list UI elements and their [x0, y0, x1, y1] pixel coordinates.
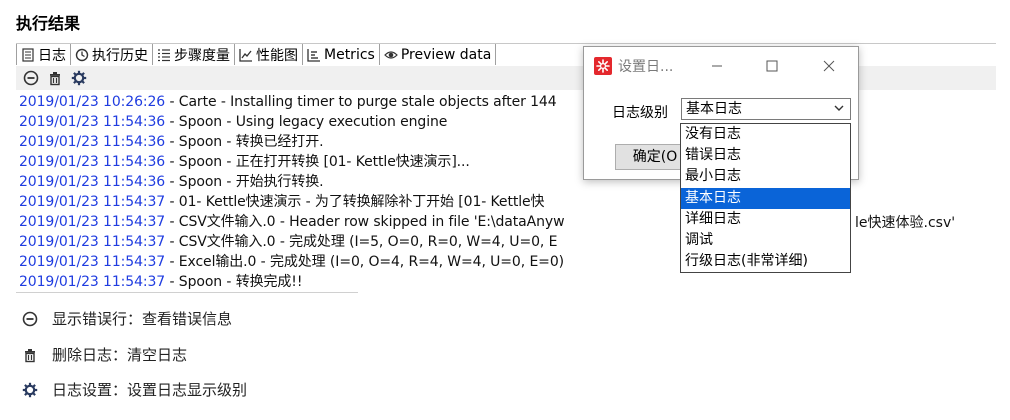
eye-icon [383, 48, 398, 62]
tab-log[interactable]: 日志 [16, 44, 71, 65]
trash-icon [20, 345, 40, 365]
log-overflow-text: le快速体验.csv' [855, 215, 956, 231]
log-message: - Spoon - Using legacy execution engine [165, 114, 448, 130]
log-divider [16, 292, 358, 293]
tab-label: 日志 [38, 47, 66, 64]
select-value: 基本日志 [686, 101, 742, 117]
tab-preview-data[interactable]: Preview data [379, 44, 497, 65]
log-message: - Spoon - 正在打开转换 [01- Kettle快速演示]... [165, 154, 470, 170]
log-message: - Excel输出.0 - 完成处理 (I=0, O=4, R=4, W=4, … [165, 254, 564, 270]
minus-circle-icon [23, 70, 39, 86]
tab-step-metrics[interactable]: 步骤度量 [153, 44, 235, 65]
dropdown-option[interactable]: 行级日志(非常详细) [681, 251, 850, 272]
tab-metrics[interactable]: Metrics [303, 44, 380, 65]
log-timestamp: 2019/01/23 11:54:37 [19, 234, 166, 250]
tab-label: 步骤度量 [174, 47, 230, 64]
tab-label: Metrics [324, 46, 375, 63]
maximize-button[interactable] [761, 55, 783, 77]
chevron-down-icon [834, 101, 844, 121]
legend-item-show-errors: 显示错误行：查看错误信息 [20, 308, 232, 329]
log-message: - Carte - Installing timer to purge stal… [165, 94, 557, 110]
log-settings-button[interactable] [70, 69, 88, 87]
tab-label: Preview data [400, 46, 492, 63]
legend-item-delete-log: 删除日志：清空日志 [20, 344, 187, 365]
trash-icon [50, 72, 60, 86]
log-level-select[interactable]: 基本日志 [681, 98, 851, 120]
legend-text: 日志设置：设置日志显示级别 [52, 381, 248, 399]
log-timestamp: 2019/01/23 11:54:37 [19, 254, 166, 270]
legend-text: 显示错误行：查看错误信息 [52, 310, 233, 328]
log-message: - Spoon - 开始执行转换. [165, 174, 324, 190]
panel-title: 执行结果 [16, 14, 81, 33]
dropdown-option[interactable]: 错误日志 [681, 145, 850, 166]
chart-icon [239, 48, 253, 62]
dropdown-option[interactable]: 调试 [681, 230, 850, 251]
dialog-title: 设置日... [618, 59, 674, 75]
legend-item-log-settings: 日志设置：设置日志显示级别 [20, 379, 247, 400]
log-timestamp: 2019/01/23 11:54:36 [19, 134, 166, 150]
log-timestamp: 2019/01/23 11:54:36 [19, 154, 166, 170]
tab-performance-chart[interactable]: 性能图 [235, 44, 303, 65]
log-message: - 01- Kettle快速演示 - 为了转换解除补丁开始 [01- Kettl… [165, 194, 545, 210]
clear-log-button[interactable] [46, 69, 64, 87]
gear-icon [71, 70, 87, 86]
history-icon [75, 48, 89, 62]
metrics-icon [307, 48, 321, 62]
show-errors-button[interactable] [22, 69, 40, 87]
dropdown-option[interactable]: 最小日志 [681, 166, 850, 187]
minus-circle-icon [20, 309, 40, 329]
minimize-icon [712, 65, 722, 67]
log-level-label: 日志级别 [612, 105, 668, 121]
close-icon [823, 60, 835, 72]
log-message: - Spoon - 转换完成!! [165, 274, 303, 290]
log-message: - Spoon - 转换已经打开. [165, 134, 324, 150]
log-level-dropdown: 没有日志 错误日志 最小日志 基本日志 详细日志 调试 行级日志(非常详细) [680, 123, 851, 273]
tab-label: 性能图 [256, 47, 298, 64]
minimize-button[interactable] [706, 55, 728, 77]
document-icon [21, 47, 35, 62]
log-toolbar [22, 69, 88, 87]
close-button[interactable] [818, 55, 840, 77]
dropdown-option[interactable]: 没有日志 [681, 124, 850, 145]
dropdown-option[interactable]: 详细日志 [681, 209, 850, 230]
list-icon [157, 48, 171, 62]
log-timestamp: 2019/01/23 11:54:36 [19, 114, 166, 130]
log-timestamp: 2019/01/23 11:54:37 [19, 214, 166, 230]
app-icon [594, 57, 612, 75]
tab-label: 执行历史 [92, 47, 148, 64]
gear-icon [20, 380, 40, 400]
log-message: - CSV文件输入.0 - 完成处理 (I=5, O=0, R=0, W=4, … [165, 234, 558, 250]
log-timestamp: 2019/01/23 11:54:36 [19, 174, 166, 190]
dropdown-option-selected[interactable]: 基本日志 [681, 187, 850, 209]
tab-history[interactable]: 执行历史 [71, 44, 153, 65]
tab-bar: 日志 执行历史 步骤度量 性能图 Metrics Preview data [16, 44, 542, 67]
log-timestamp: 2019/01/23 10:26:26 [19, 94, 166, 110]
log-timestamp: 2019/01/23 11:54:37 [19, 194, 166, 210]
log-message: - CSV文件输入.0 - Header row skipped in file… [165, 214, 565, 230]
log-timestamp: 2019/01/23 11:54:37 [19, 274, 166, 290]
legend-text: 删除日志：清空日志 [52, 346, 188, 364]
maximize-icon [766, 60, 778, 72]
log-line: 2019/01/23 11:54:37 - Spoon - 转换完成!! [19, 272, 994, 292]
